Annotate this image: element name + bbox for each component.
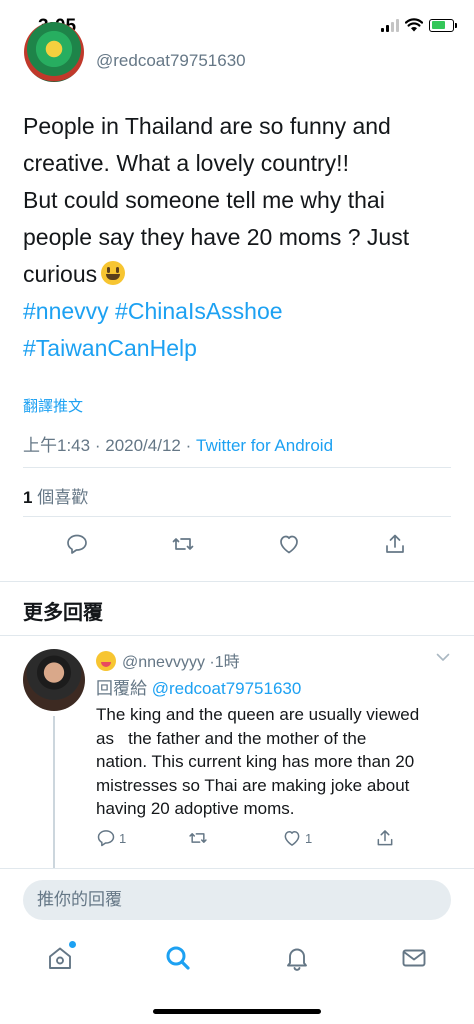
replying-to-mention[interactable]: @redcoat79751630 bbox=[152, 679, 302, 698]
tweet-text-line-end: curious bbox=[23, 261, 98, 287]
reply-handle[interactable]: @nnevvyyy bbox=[122, 654, 205, 671]
notification-dot bbox=[69, 941, 76, 948]
reply-share-button[interactable] bbox=[375, 828, 395, 848]
reply-input[interactable] bbox=[23, 880, 451, 920]
tweet-text-line: But could someone tell me why thai bbox=[23, 187, 385, 213]
reply-retweet-button[interactable] bbox=[188, 828, 208, 848]
divider bbox=[0, 635, 474, 636]
reply-icon bbox=[67, 534, 87, 554]
tab-notifications[interactable] bbox=[283, 944, 311, 972]
bottom-tab-bar bbox=[0, 936, 474, 984]
likes-number: 1 bbox=[23, 488, 33, 507]
divider bbox=[23, 516, 451, 517]
divider bbox=[23, 467, 451, 468]
hashtag-link[interactable]: #nnevvy #ChinaIsAsshoe bbox=[23, 293, 283, 330]
hashtag-link[interactable]: #TaiwanCanHelp bbox=[23, 330, 283, 367]
reply-action-bar: 1 1 bbox=[0, 828, 474, 850]
reply-avatar[interactable] bbox=[23, 649, 85, 711]
retweet-button[interactable] bbox=[171, 532, 195, 556]
author-avatar[interactable] bbox=[24, 22, 84, 82]
bell-icon bbox=[287, 948, 307, 971]
share-button[interactable] bbox=[383, 532, 407, 556]
reply-like-button[interactable]: 1 bbox=[282, 828, 312, 848]
tab-messages[interactable] bbox=[400, 944, 428, 972]
tweet-date: 2020/4/12 bbox=[105, 436, 181, 455]
home-indicator[interactable] bbox=[153, 1009, 321, 1014]
reply-text-line: mistresses so Thai are making joke about bbox=[96, 775, 410, 795]
likes-count[interactable]: 1 個喜歡 bbox=[23, 483, 88, 508]
tab-search[interactable] bbox=[164, 944, 192, 972]
retweet-icon bbox=[172, 538, 194, 550]
reply-text: The king and the queen are usually viewe… bbox=[96, 703, 456, 821]
tab-home[interactable] bbox=[46, 941, 76, 972]
replying-to: 回覆給 @redcoat79751630 bbox=[96, 674, 301, 699]
translate-tweet-link[interactable]: 翻譯推文 bbox=[23, 395, 83, 416]
author-handle[interactable]: @redcoat79751630 bbox=[96, 51, 246, 71]
reply-text-line: as the father and the mother of the bbox=[96, 728, 367, 748]
mail-icon bbox=[402, 949, 426, 967]
compose-reply[interactable] bbox=[23, 880, 451, 920]
retweet-icon bbox=[189, 833, 207, 843]
signal-icon bbox=[381, 18, 399, 32]
divider bbox=[0, 868, 474, 869]
meta-separator: · bbox=[94, 436, 101, 455]
replying-to-label: 回覆給 bbox=[96, 679, 147, 698]
reply-icon bbox=[97, 830, 115, 847]
grinning-emoji-icon bbox=[101, 261, 126, 285]
status-icons bbox=[381, 18, 457, 32]
tweet-text-line: people say they have 20 moms ? Just bbox=[23, 224, 410, 250]
hashtags: #nnevvy #ChinaIsAsshoe #TaiwanCanHelp bbox=[23, 293, 283, 367]
likes-label: 個喜歡 bbox=[37, 488, 89, 507]
reply-reply-count: 1 bbox=[119, 830, 127, 846]
reply-header: @nnevvyyy ·1時 bbox=[96, 648, 240, 672]
heart-icon bbox=[280, 535, 298, 554]
yum-emoji-icon bbox=[96, 651, 116, 671]
like-button[interactable] bbox=[277, 532, 301, 556]
heart-icon bbox=[284, 831, 300, 846]
more-replies-title: 更多回覆 bbox=[23, 602, 103, 624]
divider bbox=[0, 581, 474, 582]
chevron-down-icon[interactable] bbox=[436, 650, 450, 664]
tweet-text: People in Thailand are so funny and crea… bbox=[23, 108, 453, 293]
reply-text-line: The king and the queen are usually viewe… bbox=[96, 705, 420, 724]
meta-separator: · bbox=[185, 436, 192, 455]
tweet-text-line: creative. What a lovely country!! bbox=[23, 150, 349, 176]
reply-like-count: 1 bbox=[305, 830, 313, 846]
reply-time: 1時 bbox=[214, 654, 240, 671]
search-icon bbox=[166, 946, 190, 970]
reply-button[interactable] bbox=[65, 532, 89, 556]
share-icon bbox=[386, 534, 404, 553]
wifi-icon bbox=[405, 18, 423, 32]
reply-text-line: having 20 adoptive moms. bbox=[96, 799, 295, 818]
tweet-text-line: curious bbox=[23, 256, 453, 293]
tweet-action-bar bbox=[0, 532, 474, 558]
battery-icon bbox=[429, 18, 457, 32]
tweet-text-line: People in Thailand are so funny and bbox=[23, 113, 391, 139]
tweet-time: 上午1:43 bbox=[23, 436, 91, 455]
tweet-meta: 上午1:43 · 2020/4/12 · Twitter for Android bbox=[23, 431, 333, 456]
reply-text-line: nation. This current king has more than … bbox=[96, 752, 415, 771]
home-icon bbox=[49, 947, 71, 969]
tweet-source[interactable]: Twitter for Android bbox=[196, 436, 333, 455]
share-icon bbox=[377, 830, 393, 846]
reply-reply-button[interactable]: 1 bbox=[96, 828, 126, 848]
